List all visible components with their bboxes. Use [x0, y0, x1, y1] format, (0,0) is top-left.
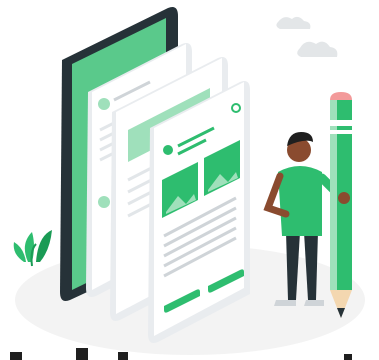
- avatar-placeholder: [98, 98, 110, 110]
- cloud-icon: [297, 41, 338, 57]
- pencil-icon: [328, 92, 354, 318]
- illustration-scene: [10, 7, 365, 360]
- plant-icon: [13, 230, 52, 267]
- cloud-icon: [276, 16, 311, 29]
